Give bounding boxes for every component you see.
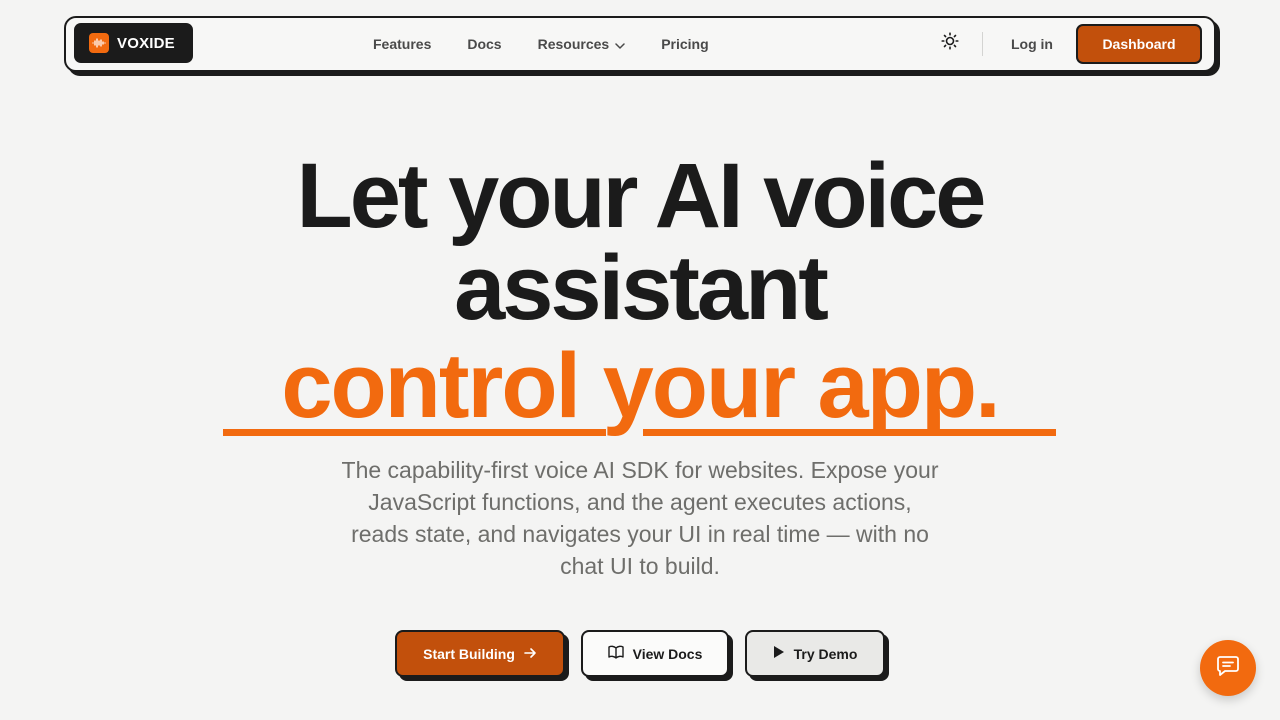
accent-underline [643, 429, 1056, 436]
nav-link-features[interactable]: Features [373, 36, 431, 52]
button-face: View Docs [581, 630, 729, 677]
button-face: Try Demo [745, 630, 885, 677]
play-icon [773, 645, 785, 662]
brand-name: VOXIDE [117, 34, 175, 52]
hero-subtitle: The capability-first voice AI SDK for we… [341, 457, 939, 579]
dashboard-button[interactable]: Dashboard [1076, 24, 1202, 64]
landing-page: VOXIDE Features Docs Resources Pricing L… [0, 0, 1280, 720]
nav-link-label: Docs [467, 35, 502, 52]
theme-toggle-button[interactable] [938, 31, 962, 55]
view-docs-button[interactable]: View Docs [581, 630, 733, 681]
sound-wave-icon [89, 33, 109, 53]
try-demo-label: Try Demo [793, 645, 858, 662]
nav-link-label: Resources [537, 35, 610, 52]
hero-title-line1: Let your AI voice [296, 145, 987, 247]
arrow-right-icon [524, 646, 537, 662]
nav-link-label: Pricing [661, 35, 709, 52]
nav-link-pricing[interactable]: Pricing [661, 36, 708, 52]
logo-link[interactable]: VOXIDE [74, 23, 193, 63]
sun-icon [941, 31, 959, 55]
start-building-button[interactable]: Start Building [395, 630, 569, 681]
hero-title: Let your AI voice assistant [0, 150, 1280, 334]
chat-widget-button[interactable] [1200, 640, 1256, 696]
nav-divider [982, 32, 983, 56]
button-face: Start Building [395, 630, 565, 677]
hero-accent-wrap: control your app. [0, 340, 1280, 432]
try-demo-button[interactable]: Try Demo [745, 630, 889, 681]
hero-accent-text: control your app. [281, 335, 1000, 437]
navbar: VOXIDE Features Docs Resources Pricing L… [64, 16, 1216, 72]
nav-link-label: Features [373, 35, 432, 52]
nav-link-resources[interactable]: Resources [538, 36, 626, 52]
chevron-down-icon [615, 36, 625, 52]
nav-link-docs[interactable]: Docs [467, 36, 501, 52]
accent-underline [223, 429, 606, 436]
view-docs-label: View Docs [632, 645, 703, 662]
hero-title-line2: assistant [454, 237, 829, 339]
nav-links: Features Docs Resources Pricing [373, 18, 709, 69]
login-link[interactable]: Log in [1011, 18, 1053, 69]
start-building-label: Start Building [423, 645, 515, 662]
chat-bubble-icon [1216, 655, 1240, 682]
book-icon [607, 645, 624, 662]
